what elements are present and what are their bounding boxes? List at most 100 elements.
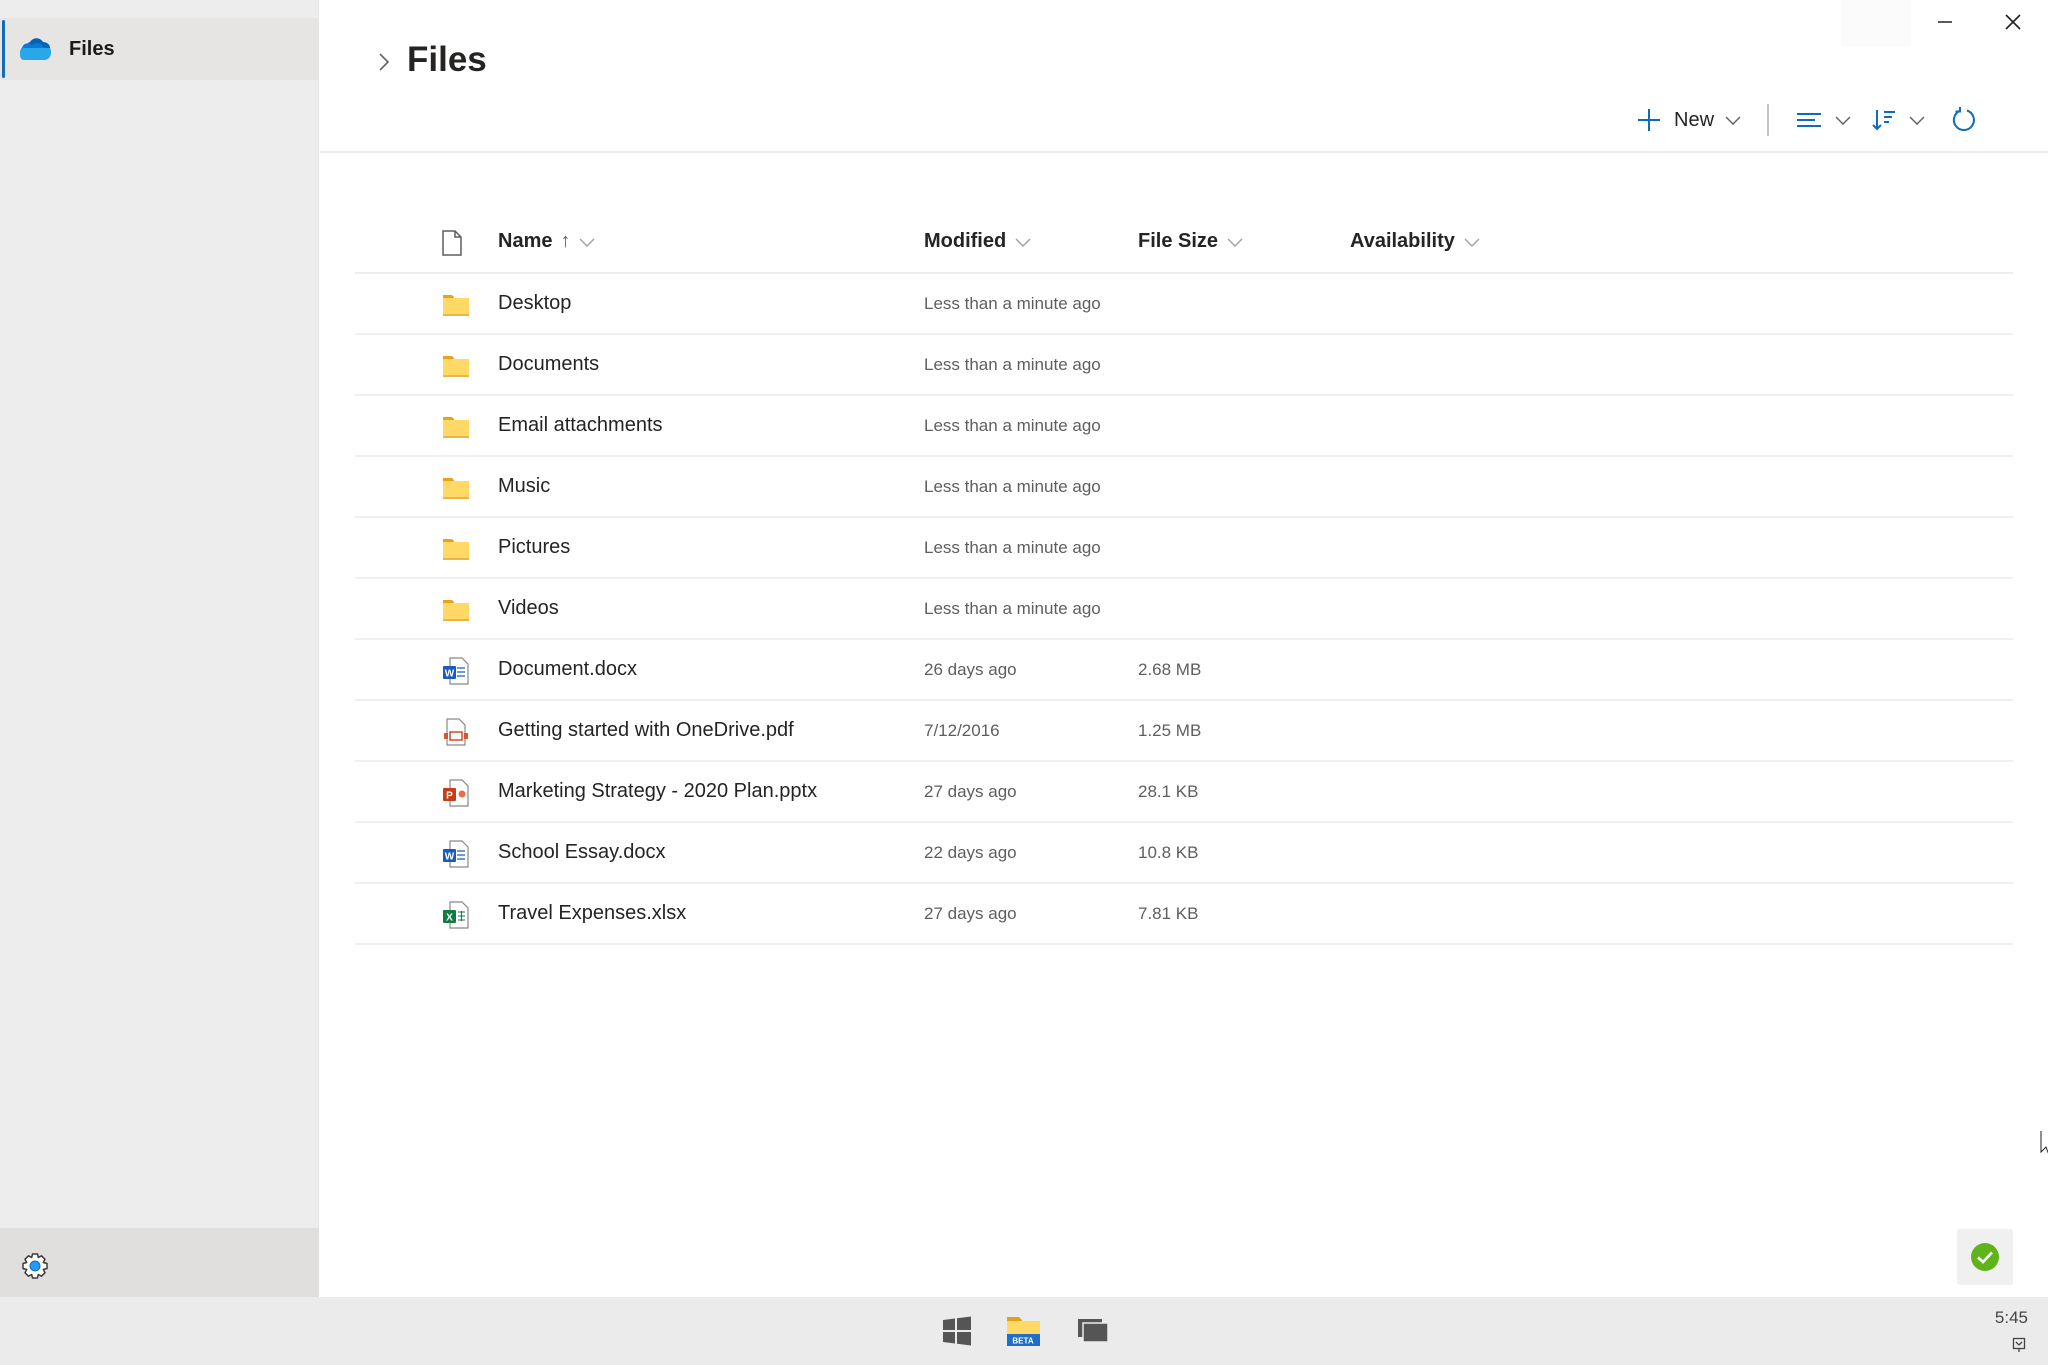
file-list: Name ↑ Modified File Size Availability D…: [355, 210, 2013, 945]
windows-start-icon[interactable]: [940, 1314, 974, 1348]
table-row[interactable]: Documents Less than a minute ago: [355, 335, 2013, 396]
table-header: Name ↑ Modified File Size Availability: [355, 210, 2013, 274]
new-button[interactable]: New: [1636, 100, 1742, 140]
folder-icon: [443, 417, 469, 438]
column-modified-label: Modified: [924, 230, 1007, 252]
notification-icon[interactable]: [2012, 1337, 2026, 1353]
table-row[interactable]: X Travel Expenses.xlsx 27 days ago 7.81 KB: [355, 884, 2013, 945]
column-size-label: File Size: [1138, 230, 1219, 252]
mouse-cursor-icon: [2040, 1131, 2048, 1154]
task-view-icon[interactable]: [1076, 1314, 1110, 1348]
file-name: Videos: [498, 597, 559, 619]
plus-icon: [1638, 109, 1660, 131]
folder-icon: [443, 356, 469, 377]
svg-text:W: W: [445, 669, 455, 680]
file-name: Music: [498, 475, 551, 497]
clock: 5:45: [1994, 1308, 2028, 1327]
refresh-button[interactable]: [1950, 100, 1978, 140]
column-header-file-size[interactable]: File Size: [1138, 230, 1244, 253]
file-modified: Less than a minute ago: [924, 294, 1101, 313]
table-row[interactable]: Email attachments Less than a minute ago: [355, 396, 2013, 457]
refresh-icon: [1952, 107, 1975, 131]
file-modified: Less than a minute ago: [924, 477, 1101, 496]
view-options-icon: [1797, 113, 1821, 127]
column-header-modified[interactable]: Modified: [924, 230, 1032, 253]
file-modified: Less than a minute ago: [924, 355, 1101, 374]
folder-icon: [443, 478, 469, 499]
chevron-down-icon: [1725, 116, 1741, 125]
pdf-document-icon: [444, 718, 468, 746]
minimize-icon: [1938, 21, 1952, 23]
chevron-down-icon: [1227, 238, 1243, 247]
file-name: Marketing Strategy - 2020 Plan.pptx: [498, 780, 818, 802]
file-modified: 7/12/2016: [924, 721, 1000, 740]
svg-text:W: W: [445, 852, 455, 863]
table-row[interactable]: Videos Less than a minute ago: [355, 579, 2013, 640]
file-name: School Essay.docx: [498, 841, 666, 863]
table-row[interactable]: Getting started with OneDrive.pdf 7/12/20…: [355, 701, 2013, 762]
file-name: Document.docx: [498, 658, 637, 680]
chevron-down-icon: [1464, 238, 1480, 247]
word-document-icon: W: [443, 840, 469, 868]
file-modified: 22 days ago: [924, 843, 1017, 862]
file-name: Email attachments: [498, 414, 663, 436]
svg-text:X: X: [446, 913, 453, 924]
column-header-name[interactable]: Name ↑: [498, 230, 596, 253]
beta-badge: BETA: [1012, 1337, 1033, 1346]
folder-icon: [443, 600, 469, 621]
svg-text:P: P: [446, 791, 453, 802]
file-name: Documents: [498, 353, 600, 375]
table-row[interactable]: W Document.docx 26 days ago 2.68 MB: [355, 640, 2013, 701]
toolbar-divider: [1767, 104, 1769, 136]
sidebar: Files: [0, 0, 319, 1297]
title-bar-blank-button[interactable]: [1841, 0, 1911, 46]
table-row[interactable]: Music Less than a minute ago: [355, 457, 2013, 518]
sort-ascending-icon: ↑: [560, 230, 571, 252]
file-size: 1.25 MB: [1138, 721, 1202, 740]
column-header-availability[interactable]: Availability: [1350, 230, 1481, 253]
table-body: Desktop Less than a minute ago Documents Le…: [355, 274, 2013, 945]
file-size: 2.68 MB: [1138, 660, 1202, 679]
column-name-label: Name: [498, 230, 553, 252]
file-modified: 27 days ago: [924, 782, 1017, 801]
table-row[interactable]: Pictures Less than a minute ago: [355, 518, 2013, 579]
sync-ok-check-icon: [1971, 1243, 1999, 1271]
table-row[interactable]: P Marketing Strategy - 2020 Plan.pptx 27 d…: [355, 762, 2013, 823]
chevron-right-icon[interactable]: [377, 52, 391, 72]
page-title: Files: [407, 40, 487, 79]
minimize-button[interactable]: [1922, 4, 1968, 40]
sidebar-item-label: Files: [69, 38, 115, 60]
file-name: Travel Expenses.xlsx: [498, 902, 687, 924]
file-size: 7.81 KB: [1138, 904, 1199, 923]
folder-icon: [443, 295, 469, 316]
file-modified: Less than a minute ago: [924, 416, 1101, 435]
excel-document-icon: X: [443, 901, 469, 929]
file-name: Pictures: [498, 536, 571, 558]
file-modified: Less than a minute ago: [924, 538, 1101, 557]
file-name: Desktop: [498, 292, 572, 314]
file-type-icon[interactable]: [441, 230, 463, 256]
table-row[interactable]: Desktop Less than a minute ago: [355, 274, 2013, 335]
column-availability-label: Availability: [1350, 230, 1455, 252]
word-document-icon: W: [443, 657, 469, 685]
sidebar-item-files[interactable]: Files: [0, 18, 319, 80]
sort-button[interactable]: [1872, 100, 1926, 140]
selection-indicator: [2, 20, 5, 78]
file-modified: Less than a minute ago: [924, 599, 1101, 618]
close-icon: [2005, 14, 2021, 30]
view-options-button[interactable]: [1796, 100, 1852, 140]
sync-status-button[interactable]: [1957, 1229, 2013, 1285]
file-name: Getting started with OneDrive.pdf: [498, 719, 794, 741]
close-button[interactable]: [1990, 4, 2036, 40]
gear-icon[interactable]: [20, 1251, 50, 1281]
header: [320, 0, 2048, 153]
sort-icon: [1872, 110, 1895, 131]
folder-icon: [443, 539, 469, 560]
taskbar: BETA 5:45: [0, 1297, 2048, 1365]
chevron-down-icon: [1015, 238, 1031, 247]
powerpoint-document-icon: P: [443, 779, 469, 807]
table-row[interactable]: W School Essay.docx 22 days ago 10.8 KB: [355, 823, 2013, 884]
chevron-down-icon: [579, 238, 595, 247]
files-beta-app-icon[interactable]: BETA: [1006, 1314, 1040, 1348]
new-button-label: New: [1674, 108, 1715, 131]
